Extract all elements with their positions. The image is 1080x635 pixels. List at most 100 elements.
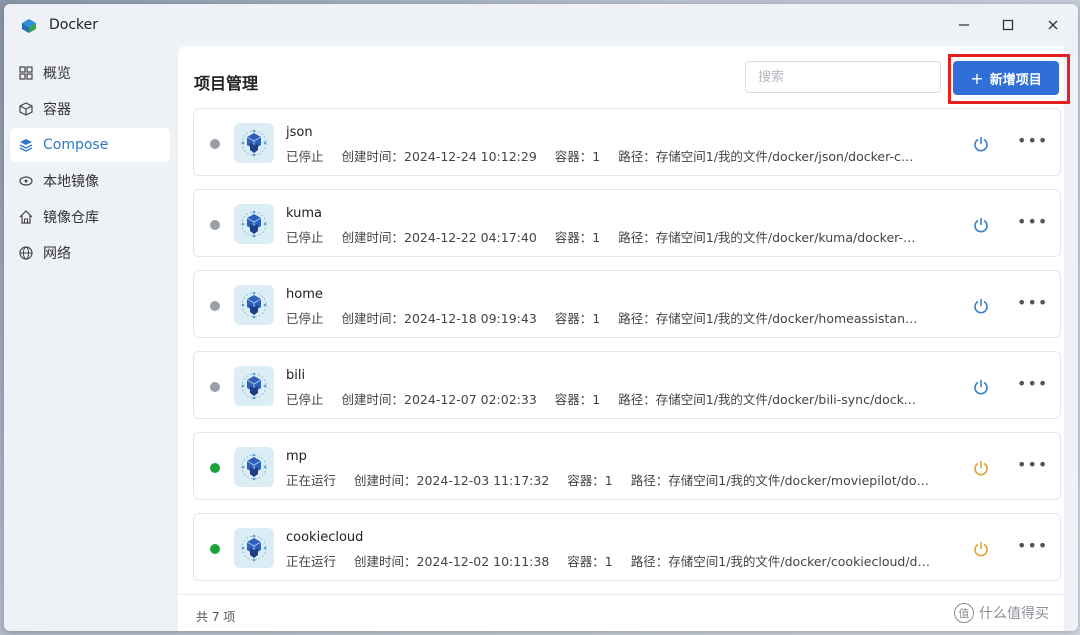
minimize-icon [959, 24, 969, 26]
add-project-label: 新增项目 [989, 72, 1042, 88]
project-row[interactable]: kuma 已停止 创建时间：2024-12-22 04:17:40 容器：1 路… [193, 189, 1061, 257]
window-title: Docker [49, 17, 99, 33]
project-name: json [286, 125, 313, 140]
sidebar-item-overview[interactable]: 概览 [10, 56, 170, 90]
project-meta: 正在运行 创建时间：2024-12-02 10:11:38 容器：1 路径：存储… [286, 551, 949, 570]
power-icon[interactable] [972, 297, 990, 315]
title-bar: Docker [4, 4, 1078, 46]
project-created: 创建时间：2024-12-02 10:11:38 [354, 554, 550, 569]
project-meta: 已停止 创建时间：2024-12-22 04:17:40 容器：1 路径：存储空… [286, 227, 936, 246]
maximize-button[interactable] [995, 12, 1021, 38]
project-meta: 已停止 创建时间：2024-12-18 09:19:43 容器：1 路径：存储空… [286, 308, 936, 327]
project-row[interactable]: json 已停止 创建时间：2024-12-24 10:12:29 容器：1 路… [193, 108, 1061, 176]
compose-project-icon [234, 366, 274, 406]
docker-logo-icon [22, 19, 36, 33]
project-name: mp [286, 449, 307, 464]
compose-project-icon [234, 204, 274, 244]
compose-project-icon [234, 123, 274, 163]
project-status: 已停止 [286, 149, 324, 164]
project-status: 已停止 [286, 230, 324, 245]
project-list: json 已停止 创建时间：2024-12-24 10:12:29 容器：1 路… [193, 108, 1061, 594]
layers-icon [18, 137, 34, 153]
project-path: 路径：存储空间1/我的文件/docker/json/docker-compose… [618, 149, 919, 164]
sidebar-item-compose[interactable]: Compose [10, 128, 170, 162]
compose-project-icon [234, 285, 274, 325]
add-project-button[interactable]: + 新增项目 [953, 61, 1059, 95]
sidebar: 概览 容器 Compose 本地镜像 镜像仓库 网络 [4, 54, 178, 272]
grid-icon [18, 65, 34, 81]
more-options-icon[interactable]: ••• [1017, 374, 1048, 393]
compose-project-icon [234, 528, 274, 568]
sidebar-item-local-images[interactable]: 本地镜像 [10, 164, 170, 198]
status-dot [210, 220, 220, 230]
search-input[interactable] [745, 61, 941, 93]
more-options-icon[interactable]: ••• [1017, 212, 1048, 231]
project-meta: 已停止 创建时间：2024-12-07 02:02:33 容器：1 路径：存储空… [286, 389, 936, 408]
close-button[interactable] [1040, 12, 1066, 38]
compose-project-icon [234, 447, 274, 487]
more-options-icon[interactable]: ••• [1017, 293, 1048, 312]
power-icon[interactable] [972, 459, 990, 477]
sidebar-item-label: 概览 [43, 66, 71, 82]
project-containers: 容器：1 [554, 311, 601, 326]
project-created: 创建时间：2024-12-07 02:02:33 [341, 392, 537, 407]
power-icon[interactable] [972, 378, 990, 396]
project-created: 创建时间：2024-12-18 09:19:43 [341, 311, 537, 326]
close-icon [1048, 20, 1058, 30]
sidebar-item-registry[interactable]: 镜像仓库 [10, 200, 170, 234]
status-dot [210, 463, 220, 473]
watermark: 值 什么值得买 [954, 603, 1049, 623]
project-path: 路径：存储空间1/我的文件/docker/kuma/docker-compose… [618, 230, 918, 245]
project-meta: 正在运行 创建时间：2024-12-03 11:17:32 容器：1 路径：存储… [286, 470, 949, 489]
project-name: home [286, 287, 323, 302]
project-containers: 容器：1 [567, 554, 613, 569]
project-name: cookiecloud [286, 530, 364, 545]
project-name: kuma [286, 206, 322, 221]
project-path: 路径：存储空间1/我的文件/docker/cookiecloud/docker-… [630, 554, 931, 569]
list-footer: 共 7 项 [178, 594, 1064, 631]
plus-icon: + [970, 68, 984, 88]
project-created: 创建时间：2024-12-22 04:17:40 [341, 230, 537, 245]
sidebar-item-network[interactable]: 网络 [10, 236, 170, 270]
more-options-icon[interactable]: ••• [1017, 536, 1048, 555]
project-status: 已停止 [286, 392, 324, 407]
project-path: 路径：存储空间1/我的文件/docker/moviepilot/docker-c… [630, 473, 931, 488]
sidebar-item-label: Compose [43, 137, 109, 153]
project-path: 路径：存储空间1/我的文件/docker/bili-sync/docker-co… [618, 392, 918, 407]
main-panel: 项目管理 + 新增项目 json 已停止 创建时间：2024-12-24 10:… [178, 46, 1070, 631]
project-status: 正在运行 [286, 473, 337, 488]
maximize-icon [1002, 19, 1014, 31]
project-status: 正在运行 [286, 554, 337, 569]
power-icon[interactable] [972, 216, 990, 234]
project-containers: 容器：1 [554, 230, 601, 245]
page-title: 项目管理 [194, 74, 259, 93]
project-meta: 已停止 创建时间：2024-12-24 10:12:29 容器：1 路径：存储空… [286, 146, 936, 165]
power-icon[interactable] [972, 135, 990, 153]
globe-icon [18, 245, 34, 261]
project-containers: 容器：1 [554, 392, 601, 407]
more-options-icon[interactable]: ••• [1017, 131, 1048, 150]
total-count: 共 7 项 [196, 610, 236, 624]
project-row[interactable]: bili 已停止 创建时间：2024-12-07 02:02:33 容器：1 路… [193, 351, 1061, 419]
cube-icon [18, 101, 34, 117]
project-row[interactable]: cookiecloud 正在运行 创建时间：2024-12-02 10:11:3… [193, 513, 1061, 581]
disk-icon [18, 173, 34, 189]
watermark-logo-icon: 值 [954, 603, 974, 623]
watermark-text: 什么值得买 [979, 606, 1049, 622]
sidebar-item-containers[interactable]: 容器 [10, 92, 170, 126]
sidebar-item-label: 镜像仓库 [43, 210, 99, 226]
sidebar-item-label: 网络 [43, 246, 71, 262]
minimize-button[interactable] [951, 12, 977, 38]
project-row[interactable]: mp 正在运行 创建时间：2024-12-03 11:17:32 容器：1 路径… [193, 432, 1061, 500]
sidebar-item-label: 容器 [43, 102, 71, 118]
status-dot [210, 139, 220, 149]
status-dot [210, 544, 220, 554]
project-containers: 容器：1 [554, 149, 601, 164]
more-options-icon[interactable]: ••• [1017, 455, 1048, 474]
sidebar-item-label: 本地镜像 [43, 174, 99, 190]
power-icon[interactable] [972, 540, 990, 558]
project-status: 已停止 [286, 311, 324, 326]
project-row[interactable]: home 已停止 创建时间：2024-12-18 09:19:43 容器：1 路… [193, 270, 1061, 338]
project-path: 路径：存储空间1/我的文件/docker/homeassistant/docke… [618, 311, 918, 326]
docker-window: Docker 概览 容器 Compose 本地镜像 镜像仓库 网络 项目管理 搜… [4, 4, 1078, 631]
